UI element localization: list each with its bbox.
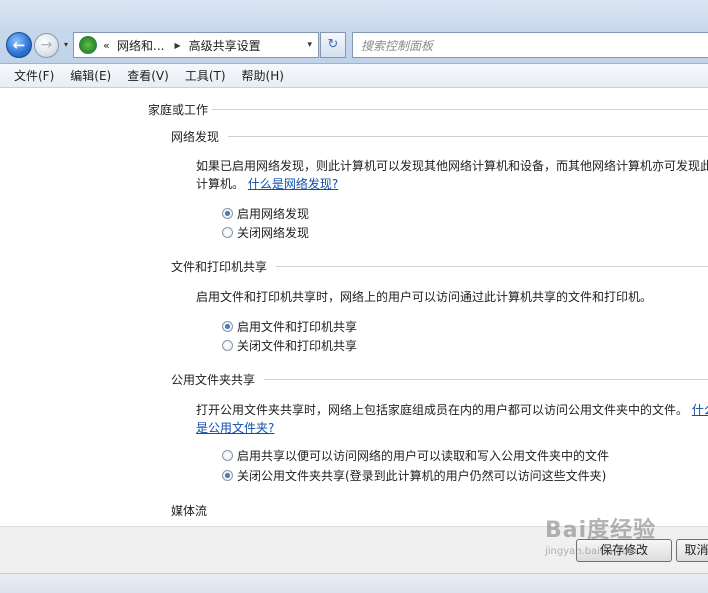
search-placeholder: 搜索控制面板 <box>361 38 434 53</box>
address-overflow-chevron[interactable]: « <box>103 39 113 52</box>
radio-discovery-off[interactable]: 关闭网络发现 <box>222 224 309 241</box>
address-bar[interactable]: « 网络和... ▶ 高级共享设置 ▾ <box>73 32 319 58</box>
section-divider <box>276 266 708 267</box>
discovery-help-link[interactable]: 什么是网络发现? <box>248 177 338 191</box>
settings-panel: 家庭或工作 网络发现 如果已启用网络发现，则此计算机可以发现其他网络计算机和设备… <box>0 89 708 526</box>
radio-label: 关闭公用文件夹共享(登录到此计算机的用户仍然可以访问这些文件夹) <box>237 469 607 483</box>
section-title-public-folder: 公用文件夹共享 <box>171 373 256 387</box>
menu-view[interactable]: 查看(V) <box>119 67 177 84</box>
radio-label: 启用网络发现 <box>237 207 310 221</box>
breadcrumb-separator-icon[interactable]: ▶ <box>174 41 180 50</box>
radio-label: 关闭网络发现 <box>237 226 310 240</box>
forward-button[interactable]: → <box>34 33 59 58</box>
section-title-file-sharing: 文件和打印机共享 <box>171 260 268 274</box>
radio-button[interactable] <box>222 227 233 238</box>
public-folder-help-link-cont[interactable]: 是公用文件夹? <box>196 421 274 435</box>
radio-button[interactable] <box>222 450 233 461</box>
recent-pages-dropdown[interactable]: ▾ <box>61 40 71 50</box>
network-icon <box>79 36 97 54</box>
watermark-url: jingyan.baidu.com <box>545 546 638 557</box>
menu-help[interactable]: 帮助(H) <box>234 67 292 84</box>
menu-tools[interactable]: 工具(T) <box>177 67 234 84</box>
radio-button-checked[interactable] <box>222 470 233 481</box>
file-sharing-description: 启用文件和打印机共享时，网络上的用户可以访问通过此计算机共享的文件和打印机。 <box>196 290 653 304</box>
window-bottom-edge <box>0 573 708 593</box>
radio-discovery-on[interactable]: 启用网络发现 <box>222 205 309 222</box>
radio-button-checked[interactable] <box>222 321 233 332</box>
radio-button[interactable] <box>222 340 233 351</box>
breadcrumb-current[interactable]: 高级共享设置 <box>189 37 261 54</box>
discovery-description: 如果已启用网络发现，则此计算机可以发现其他网络计算机和设备，而其他网络计算机亦可… <box>196 157 708 193</box>
back-button[interactable]: ← <box>6 32 32 58</box>
public-folder-desc-line1: 打开公用文件夹共享时，网络上包括家庭组成员在内的用户都可以访问公用文件夹中的文件… <box>196 403 689 417</box>
watermark-logo: Bai度经验 <box>545 518 657 543</box>
radio-button-checked[interactable] <box>222 208 233 219</box>
radio-label: 启用共享以便可以访问网络的用户可以读取和写入公用文件夹中的文件 <box>237 449 610 463</box>
baidu-watermark: Bai度经验 jingyan.baidu.com <box>545 512 695 572</box>
radio-file-sharing-on[interactable]: 启用文件和打印机共享 <box>222 318 357 335</box>
section-divider <box>228 136 708 137</box>
discovery-desc-line1: 如果已启用网络发现，则此计算机可以发现其他网络计算机和设备，而其他网络计算机亦可… <box>196 159 708 173</box>
profile-title[interactable]: 家庭或工作 <box>148 101 208 118</box>
navigation-bar: ← → ▾ « 网络和... ▶ 高级共享设置 ▾ ↻ 搜索控制面板 <box>0 0 708 64</box>
discovery-desc-line2: 计算机。 <box>196 177 245 191</box>
profile-divider <box>212 109 708 110</box>
search-input[interactable]: 搜索控制面板 <box>352 32 708 58</box>
section-title-discovery: 网络发现 <box>171 130 220 144</box>
radio-label: 启用文件和打印机共享 <box>237 320 358 334</box>
public-folder-description: 打开公用文件夹共享时，网络上包括家庭组成员在内的用户都可以访问公用文件夹中的文件… <box>196 401 708 437</box>
refresh-button[interactable]: ↻ <box>320 32 346 58</box>
section-title-media: 媒体流 <box>171 504 208 518</box>
menu-edit[interactable]: 编辑(E) <box>62 67 119 84</box>
radio-label: 关闭文件和打印机共享 <box>237 339 358 353</box>
radio-public-folder-on[interactable]: 启用共享以便可以访问网络的用户可以读取和写入公用文件夹中的文件 <box>222 447 609 464</box>
section-divider <box>264 379 708 380</box>
radio-public-folder-off[interactable]: 关闭公用文件夹共享(登录到此计算机的用户仍然可以访问这些文件夹) <box>222 467 606 484</box>
address-dropdown-icon[interactable]: ▾ <box>307 40 312 50</box>
menu-file[interactable]: 文件(F) <box>6 67 62 84</box>
menu-bar: 文件(F) 编辑(E) 查看(V) 工具(T) 帮助(H) <box>0 64 708 88</box>
radio-file-sharing-off[interactable]: 关闭文件和打印机共享 <box>222 337 357 354</box>
public-folder-help-link[interactable]: 什么 <box>692 403 708 417</box>
breadcrumb-network[interactable]: 网络和... <box>117 37 164 54</box>
